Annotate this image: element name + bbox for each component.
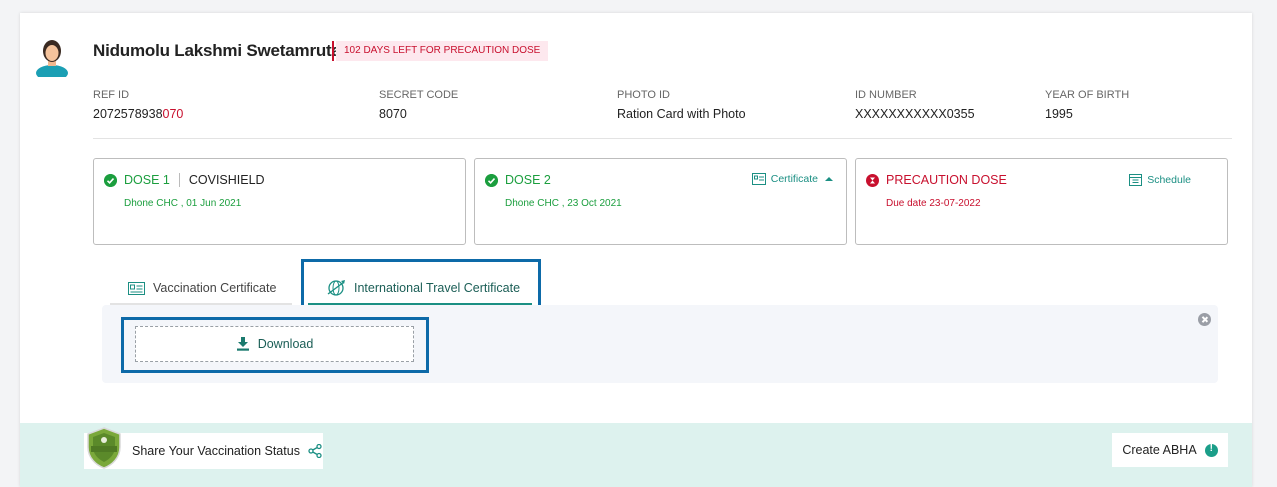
schedule-link[interactable]: Schedule	[1129, 173, 1191, 186]
calendar-icon	[1129, 174, 1143, 186]
check-icon	[104, 173, 117, 187]
share-label: Share Your Vaccination Status	[132, 444, 300, 458]
ref-id-block: REF ID 2072578938070	[93, 89, 183, 121]
dose-separator	[178, 173, 180, 187]
check-icon	[485, 173, 498, 187]
precaution-dose-detail: Due date 23-07-2022	[886, 198, 981, 209]
id-number-value: XXXXXXXXXXX0355	[855, 107, 975, 121]
hourglass-icon	[866, 173, 879, 187]
share-icon	[308, 444, 322, 458]
beneficiary-name: Nidumolu Lakshmi Swetamruta	[93, 41, 341, 60]
year-of-birth-block: YEAR OF BIRTH 1995	[1045, 89, 1129, 121]
certificate-icon	[128, 281, 145, 295]
dose-1-vaccine: COVISHIELD	[188, 173, 265, 187]
caret-up-icon	[825, 177, 833, 181]
secret-code-block: SECRET CODE 8070	[379, 89, 458, 121]
info-icon	[1204, 443, 1218, 457]
ref-id-label: REF ID	[93, 89, 130, 101]
tab-vaccination-certificate[interactable]: Vaccination Certificate	[110, 273, 292, 305]
dose-2-detail: Dhone CHC , 23 Oct 2021	[505, 198, 622, 209]
dose-1-detail: Dhone CHC , 01 Jun 2021	[124, 198, 242, 209]
ref-id-prefix: 2072578938	[93, 107, 163, 121]
certificate-icon	[751, 173, 766, 185]
photo-id-label: PHOTO ID	[617, 89, 670, 101]
precaution-dose-card: PRECAUTION DOSE Schedule Due date 23-07-…	[855, 158, 1228, 245]
id-number-label: ID NUMBER	[855, 89, 917, 101]
dose-2-label: DOSE 2	[505, 173, 551, 187]
dose-2-card: DOSE 2 Certificate Dhone CHC , 23 Oct 20…	[474, 158, 847, 245]
precaution-dose-title: PRECAUTION DOSE	[866, 173, 1007, 187]
secret-code-value: 8070	[379, 107, 407, 121]
dose-1-title: DOSE 1 COVISHIELD	[104, 173, 265, 187]
certificate-link-label: Certificate	[770, 173, 818, 185]
tab-vaccination-label: Vaccination Certificate	[153, 281, 277, 295]
ref-id-highlight: 070	[162, 107, 184, 121]
photo-id-block: PHOTO ID Ration Card with Photo	[617, 89, 746, 121]
schedule-link-label: Schedule	[1147, 173, 1191, 186]
year-of-birth-value: 1995	[1045, 107, 1073, 121]
dose-2-title: DOSE 2	[485, 173, 551, 187]
ref-id-value: 2072578938070	[93, 107, 183, 121]
footer-bar: Share Your Vaccination Status Create ABH…	[20, 423, 1252, 487]
dose-1-label: DOSE 1	[124, 173, 170, 187]
id-number-block: ID NUMBER XXXXXXXXXXX0355	[855, 89, 975, 121]
divider	[93, 138, 1232, 139]
create-abha-button[interactable]: Create ABHA	[1112, 433, 1228, 467]
beneficiary-card: Nidumolu Lakshmi Swetamruta 102 DAYS LEF…	[20, 13, 1252, 487]
certificate-link[interactable]: Certificate	[751, 173, 838, 185]
dose-1-card: DOSE 1 COVISHIELD Dhone CHC , 01 Jun 202…	[93, 158, 466, 245]
close-icon[interactable]	[1198, 313, 1211, 326]
precaution-dose-label: PRECAUTION DOSE	[886, 173, 1007, 187]
highlight-download	[121, 317, 429, 373]
name-separator	[332, 41, 334, 61]
photo-id-value: Ration Card with Photo	[617, 107, 746, 121]
precaution-badge: 102 DAYS LEFT FOR PRECAUTION DOSE	[336, 41, 549, 61]
avatar	[36, 40, 68, 77]
abha-label: Create ABHA	[1122, 443, 1197, 457]
year-of-birth-label: YEAR OF BIRTH	[1045, 89, 1130, 101]
secret-code-label: SECRET CODE	[379, 89, 459, 101]
shield-badge-icon	[87, 427, 121, 469]
